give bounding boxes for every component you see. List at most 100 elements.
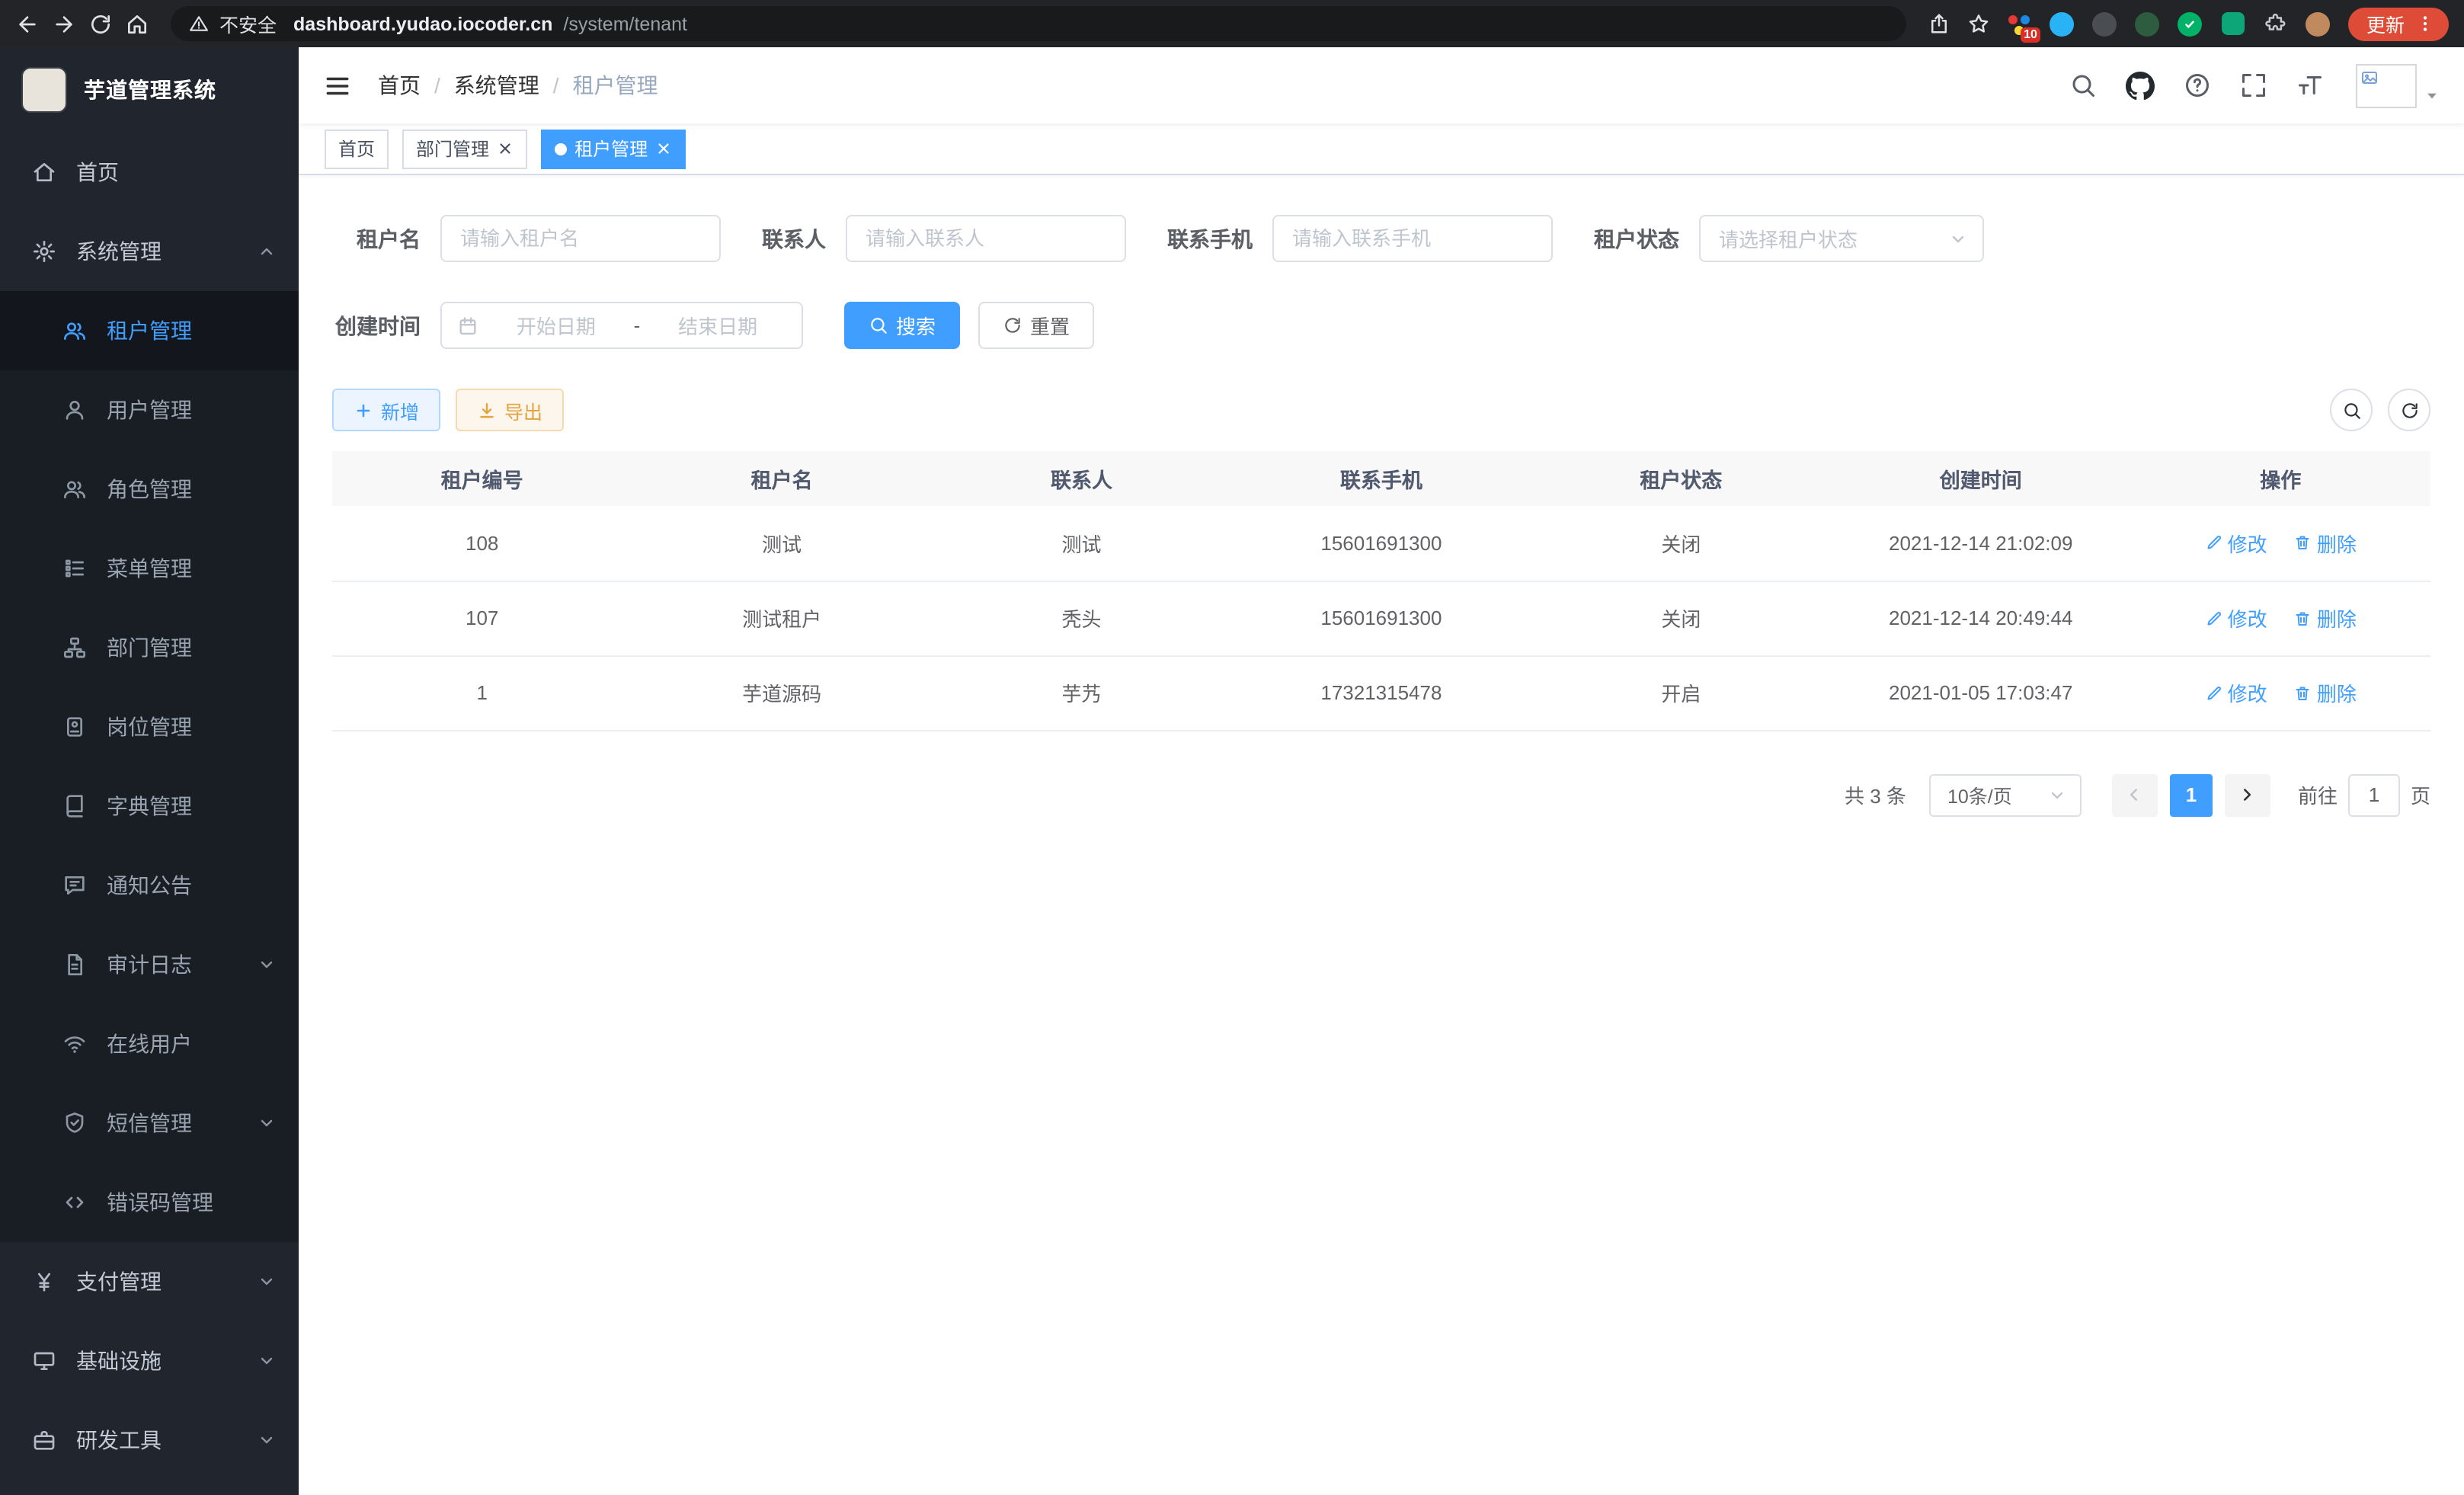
sidebar-item-label: 系统管理 <box>76 236 258 267</box>
toolbar-right <box>2330 389 2430 431</box>
mobile-field: 联系手机 <box>1167 215 1553 262</box>
sidebar-item-error-code[interactable]: 错误码管理 <box>0 1163 299 1242</box>
sidebar-item-label: 角色管理 <box>107 474 276 504</box>
delete-label: 删除 <box>2317 603 2357 632</box>
sidebar-item-dict[interactable]: 字典管理 <box>0 767 299 846</box>
edit-label: 修改 <box>2228 678 2267 707</box>
sidebar-item-menu[interactable]: 菜单管理 <box>0 529 299 608</box>
profile-avatar-icon[interactable] <box>2306 11 2331 37</box>
reset-button-label: 重置 <box>1030 311 1070 340</box>
delete-button[interactable]: 删除 <box>2294 603 2357 632</box>
edit-button[interactable]: 修改 <box>2205 603 2267 632</box>
tab-home[interactable]: 首页 <box>325 129 389 168</box>
user-avatar-menu[interactable] <box>2356 63 2440 107</box>
address-bar[interactable]: 不安全 dashboard.yudao.iocoder.cn /system/t… <box>171 6 1906 41</box>
delete-button[interactable]: 删除 <box>2294 529 2357 558</box>
tab-dept[interactable]: 部门管理 <box>402 129 527 168</box>
extension-darkgreen-icon[interactable] <box>2135 11 2161 37</box>
browser-back-icon[interactable] <box>15 11 40 36</box>
help-icon[interactable] <box>2184 72 2211 99</box>
sidebar-item-notice[interactable]: 通知公告 <box>0 846 299 925</box>
code-icon <box>62 1190 87 1215</box>
browser-forward-icon[interactable] <box>52 11 76 36</box>
breadcrumb-separator: / <box>553 73 559 98</box>
sidebar: 芋道管理系统 首页 系统管理 租户管理 <box>0 47 299 1495</box>
refresh-table-button[interactable] <box>2388 389 2430 431</box>
goto-page-input[interactable] <box>2348 773 2400 816</box>
sidebar-item-online-user[interactable]: 在线用户 <box>0 1004 299 1084</box>
briefcase-icon <box>32 1428 56 1452</box>
share-icon[interactable] <box>1928 12 1950 35</box>
green-square-glyph <box>2222 12 2245 35</box>
sidebar-item-system[interactable]: 系统管理 <box>0 212 299 291</box>
browser-update-button[interactable]: 更新 <box>2348 7 2449 40</box>
sidebar-item-label: 短信管理 <box>107 1108 258 1138</box>
sidebar-item-devtool[interactable]: 研发工具 <box>0 1401 299 1480</box>
prev-page-button[interactable] <box>2112 773 2158 816</box>
sidebar-toggle-icon[interactable] <box>323 71 352 100</box>
bookmark-star-icon[interactable] <box>1967 12 1990 35</box>
extension-check-icon[interactable] <box>2178 11 2203 37</box>
sidebar-item-infra[interactable]: 基础设施 <box>0 1321 299 1401</box>
close-icon[interactable] <box>655 140 672 157</box>
goto-page: 前往 页 <box>2298 773 2430 816</box>
reset-button[interactable]: 重置 <box>978 302 1094 349</box>
date-range-picker[interactable]: 开始日期 - 结束日期 <box>440 302 803 349</box>
edit-button[interactable]: 修改 <box>2205 529 2267 558</box>
export-button[interactable]: 导出 <box>456 389 564 431</box>
top-navbar: 首页 / 系统管理 / 租户管理 <box>299 47 2464 123</box>
sidebar-item-dept[interactable]: 部门管理 <box>0 608 299 687</box>
cell-mobile: 15601691300 <box>1231 506 1531 581</box>
sidebar-item-audit-log[interactable]: 审计日志 <box>0 925 299 1004</box>
github-icon[interactable] <box>2126 71 2155 100</box>
cell-id: 107 <box>332 581 632 655</box>
header-search-icon[interactable] <box>2069 72 2097 99</box>
toggle-search-button[interactable] <box>2330 389 2373 431</box>
extension-dark-icon[interactable] <box>2092 11 2118 37</box>
font-size-icon[interactable] <box>2296 72 2324 99</box>
sidebar-item-label: 基础设施 <box>76 1346 258 1376</box>
filter-row-1: 租户名 联系人 联系手机 租户状态 请选择租户状态 <box>332 215 2430 262</box>
pagination: 共 3 条 10条/页 1 前往 页 <box>332 773 2430 816</box>
blue-circle-glyph <box>2050 11 2075 36</box>
sidebar-item-label: 在线用户 <box>107 1029 276 1059</box>
page-number-button[interactable]: 1 <box>2170 773 2213 816</box>
mobile-input[interactable] <box>1272 215 1553 262</box>
browser-home-icon[interactable] <box>125 11 149 36</box>
edit-button[interactable]: 修改 <box>2205 678 2267 707</box>
shield-icon <box>62 1111 87 1135</box>
logo-image <box>21 67 67 113</box>
contact-input[interactable] <box>846 215 1126 262</box>
cell-status: 关闭 <box>1531 506 1831 581</box>
breadcrumb-system[interactable]: 系统管理 <box>454 70 539 101</box>
breadcrumb-home[interactable]: 首页 <box>378 70 421 101</box>
sidebar-item-sms[interactable]: 短信管理 <box>0 1084 299 1163</box>
sidebar-item-pay[interactable]: 支付管理 <box>0 1242 299 1321</box>
security-label[interactable]: 不安全 <box>219 9 277 38</box>
close-icon[interactable] <box>497 140 514 157</box>
delete-button[interactable]: 删除 <box>2294 678 2357 707</box>
extension-blue-icon[interactable] <box>2050 11 2075 37</box>
status-select[interactable]: 请选择租户状态 <box>1699 215 1984 262</box>
calendar-icon <box>457 315 478 336</box>
browser-reload-icon[interactable] <box>88 11 113 36</box>
tab-tenant[interactable]: 租户管理 <box>541 129 686 168</box>
sidebar-item-label: 首页 <box>76 157 276 187</box>
fullscreen-icon[interactable] <box>2240 72 2267 99</box>
page-size-select[interactable]: 10条/页 <box>1929 773 2082 816</box>
sidebar-item-user[interactable]: 用户管理 <box>0 370 299 450</box>
sidebar-item-post[interactable]: 岗位管理 <box>0 687 299 767</box>
sidebar-item-role[interactable]: 角色管理 <box>0 450 299 529</box>
app-logo[interactable]: 芋道管理系统 <box>0 47 299 133</box>
extension-colordots-icon[interactable]: 10 <box>2007 11 2033 37</box>
browser-menu-icon[interactable] <box>2415 14 2435 34</box>
chevron-down-icon <box>258 1431 276 1449</box>
extensions-puzzle-icon[interactable] <box>2263 11 2289 37</box>
next-page-button[interactable] <box>2225 773 2270 816</box>
tenant-name-input[interactable] <box>440 215 721 262</box>
sidebar-item-home[interactable]: 首页 <box>0 133 299 212</box>
extension-greensquare-icon[interactable] <box>2220 11 2246 37</box>
search-button[interactable]: 搜索 <box>844 302 960 349</box>
add-button[interactable]: 新增 <box>332 389 440 431</box>
sidebar-item-tenant[interactable]: 租户管理 <box>0 291 299 370</box>
